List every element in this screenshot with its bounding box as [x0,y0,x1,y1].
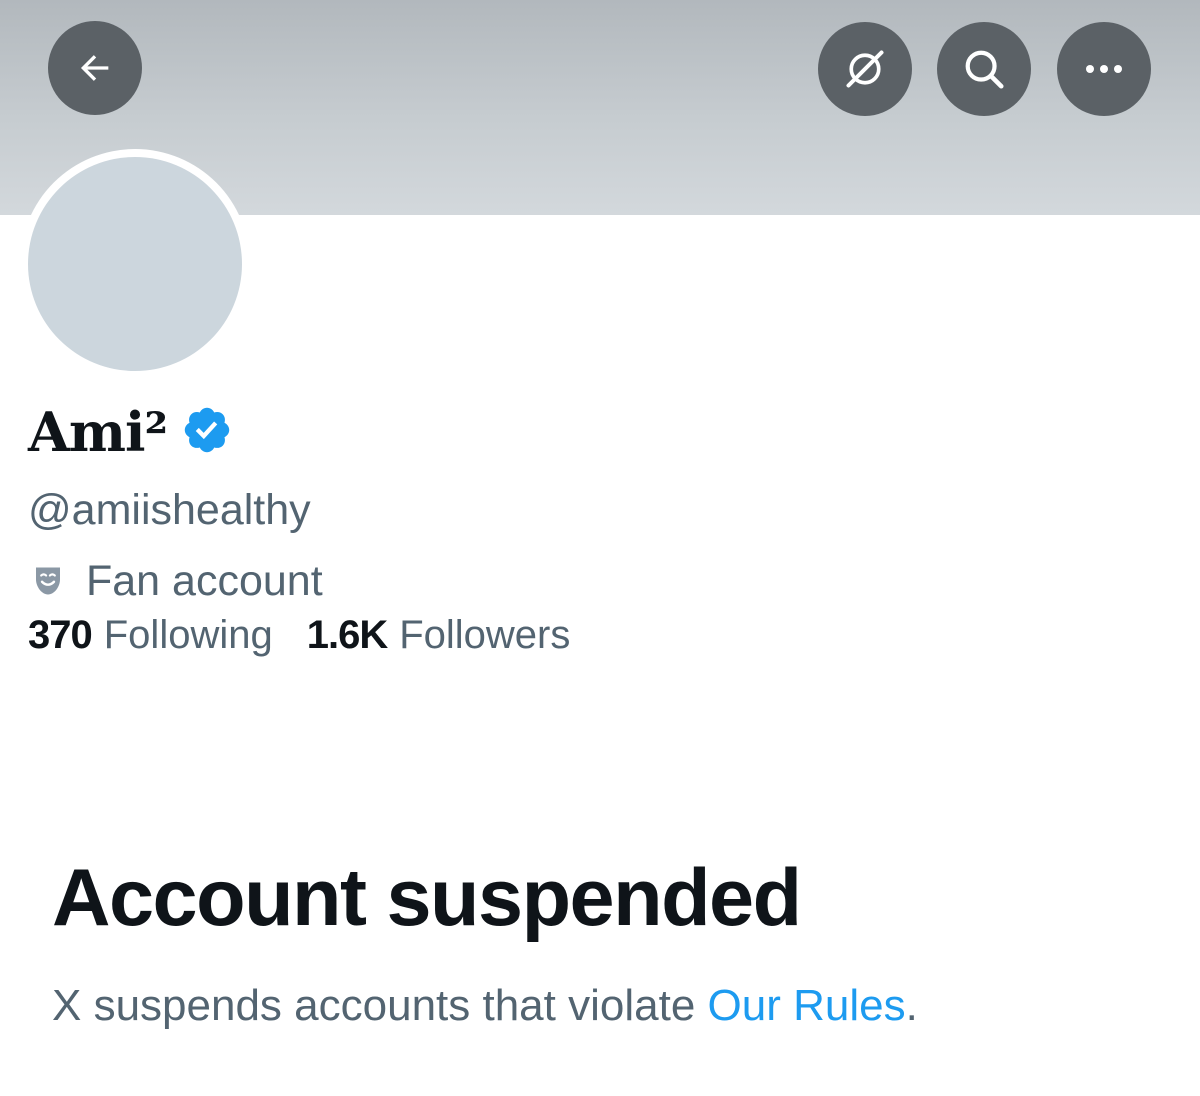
followers-label: Followers [399,613,571,657]
suspended-title: Account suspended [52,853,802,943]
suspended-description-period: . [905,981,918,1030]
theater-mask-icon [36,567,60,595]
profile-handle: @amiishealthy [28,486,311,534]
category-label: Fan account [86,557,323,605]
following-stat[interactable]: 370 Following [28,609,273,661]
our-rules-link[interactable]: Our Rules [708,981,906,1030]
following-count: 370 [28,613,93,657]
grok-button[interactable] [818,22,912,116]
profile-stats: 370 Following 1.6K Followers [28,609,570,661]
suspended-description: X suspends accounts that violate Our Rul… [52,978,918,1034]
suspended-description-text: X suspends accounts that violate [52,981,708,1030]
search-icon [965,50,1004,89]
ellipsis-icon [1086,65,1122,73]
display-name: Ami² [28,400,168,464]
following-label: Following [103,613,273,657]
profile-name-row: Ami² [28,392,233,472]
followers-count: 1.6K [306,613,388,657]
followers-stat[interactable]: 1.6K Followers [307,609,571,661]
more-options-button[interactable] [1057,22,1151,116]
verified-badge-icon[interactable] [181,404,233,456]
back-button[interactable] [48,21,142,115]
profile-category: Fan account [30,553,323,609]
avatar-placeholder [28,157,242,371]
grok-icon [846,50,884,88]
search-button[interactable] [937,22,1031,116]
avatar[interactable] [20,149,250,379]
arrow-left-icon [80,55,109,81]
